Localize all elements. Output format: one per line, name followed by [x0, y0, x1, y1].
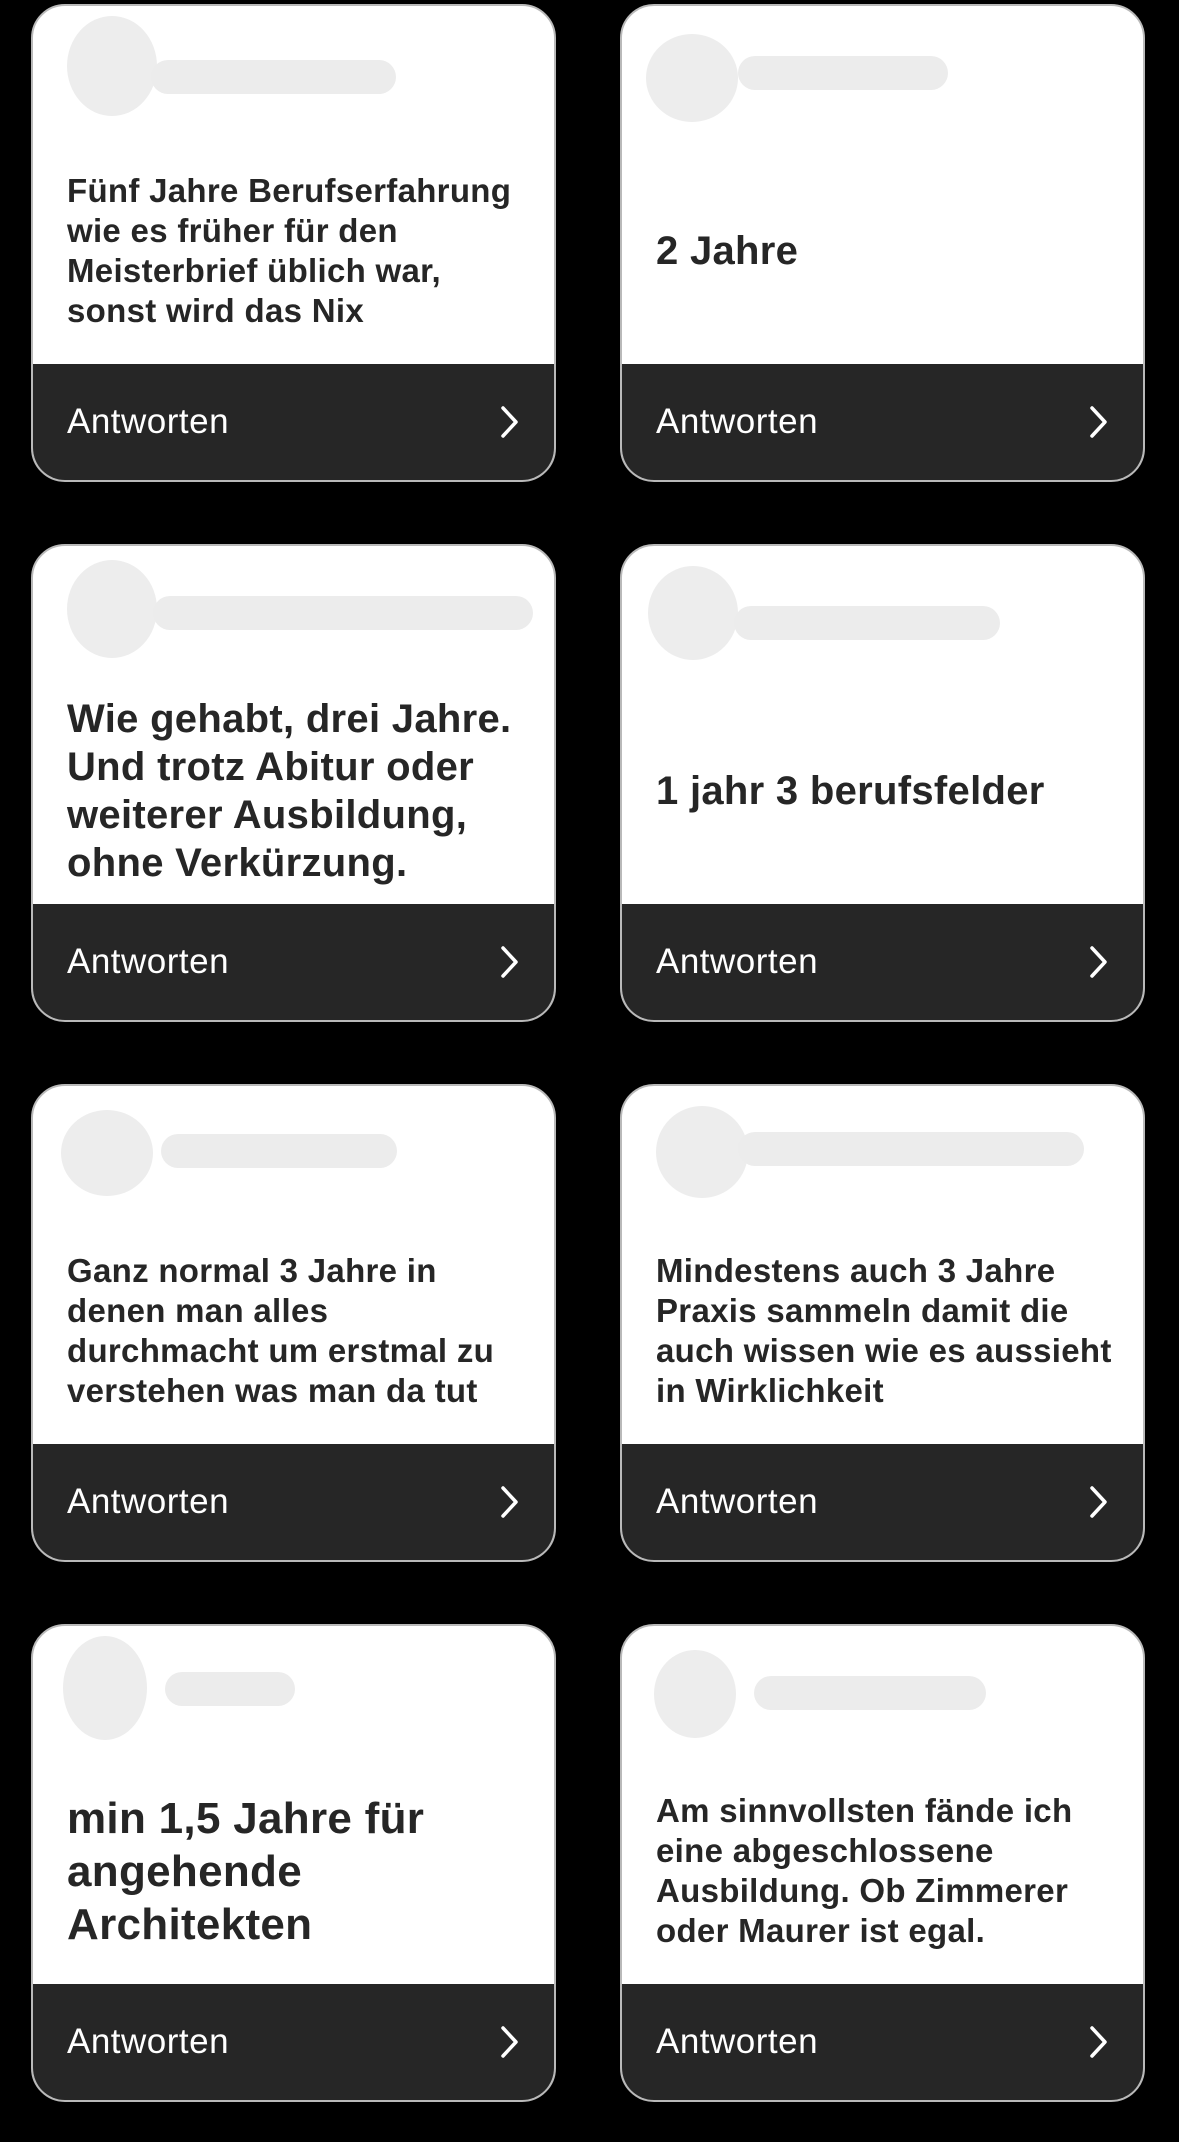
reply-label: Antworten — [67, 2022, 230, 2061]
response-card: Mindestens auch 3 Jahre Praxis sammeln d… — [620, 1084, 1145, 1562]
reply-button[interactable]: Antworten — [33, 1444, 554, 1560]
avatar[interactable] — [654, 1650, 736, 1738]
reply-button[interactable]: Antworten — [33, 364, 554, 480]
reply-label: Antworten — [656, 942, 819, 981]
username-redacted — [734, 606, 1000, 640]
reply-button[interactable]: Antworten — [622, 1984, 1143, 2100]
chevron-right-icon — [1090, 406, 1107, 438]
answer-text: 2 Jahre — [656, 229, 799, 273]
card-header — [33, 546, 554, 676]
answer-text: Am sinnvollsten fände ich eine abgeschlo… — [656, 1792, 1073, 1949]
chevron-right-icon — [1090, 1486, 1107, 1518]
username-redacted — [161, 1134, 397, 1168]
card-header — [622, 6, 1143, 136]
username-redacted — [738, 1132, 1084, 1166]
reply-button[interactable]: Antworten — [622, 364, 1143, 480]
reply-button[interactable]: Antworten — [33, 1984, 554, 2100]
chevron-right-icon — [501, 2026, 518, 2058]
chevron-right-icon — [501, 946, 518, 978]
response-card: 1 jahr 3 berufsfelder Antworten — [620, 544, 1145, 1022]
reply-label: Antworten — [656, 402, 819, 441]
reply-label: Antworten — [67, 402, 230, 441]
reply-button[interactable]: Antworten — [33, 904, 554, 1020]
answer-text: Wie gehabt, drei Jahre. Und trotz Abitur… — [67, 697, 512, 885]
card-header — [33, 6, 554, 136]
reply-button[interactable]: Antworten — [622, 1444, 1143, 1560]
answer-text: min 1,5 Jahre für angehende Architekten — [67, 1793, 425, 1949]
avatar[interactable] — [648, 566, 738, 660]
avatar[interactable] — [63, 1636, 147, 1740]
answer-text: Ganz normal 3 Jahre in denen man alles d… — [67, 1252, 495, 1409]
response-card: Am sinnvollsten fände ich eine abgeschlo… — [620, 1624, 1145, 2102]
reply-label: Antworten — [656, 1482, 819, 1521]
username-redacted — [754, 1676, 986, 1710]
reply-button[interactable]: Antworten — [622, 904, 1143, 1020]
card-header — [622, 1626, 1143, 1756]
chevron-right-icon — [1090, 946, 1107, 978]
card-header — [622, 1086, 1143, 1216]
avatar[interactable] — [67, 16, 157, 116]
avatar[interactable] — [646, 34, 738, 122]
card-header — [622, 546, 1143, 676]
answer-text: Mindestens auch 3 Jahre Praxis sammeln d… — [656, 1252, 1112, 1409]
response-card: Ganz normal 3 Jahre in denen man alles d… — [31, 1084, 556, 1562]
response-card: Fünf Jahre Berufserfahrung wie es früher… — [31, 4, 556, 482]
chevron-right-icon — [1090, 2026, 1107, 2058]
card-header — [33, 1086, 554, 1216]
username-redacted — [165, 1672, 295, 1706]
reply-label: Antworten — [656, 2022, 819, 2061]
avatar[interactable] — [61, 1110, 153, 1196]
card-header — [33, 1626, 554, 1756]
username-redacted — [738, 56, 948, 90]
avatar[interactable] — [656, 1106, 748, 1198]
chevron-right-icon — [501, 1486, 518, 1518]
reply-label: Antworten — [67, 942, 230, 981]
avatar[interactable] — [67, 560, 157, 658]
username-redacted — [153, 596, 533, 630]
response-card: min 1,5 Jahre für angehende Architekten … — [31, 1624, 556, 2102]
reply-label: Antworten — [67, 1482, 230, 1521]
response-card: Wie gehabt, drei Jahre. Und trotz Abitur… — [31, 544, 556, 1022]
answer-text: Fünf Jahre Berufserfahrung wie es früher… — [67, 172, 512, 329]
chevron-right-icon — [501, 406, 518, 438]
username-redacted — [151, 60, 396, 94]
answer-text: 1 jahr 3 berufsfelder — [656, 769, 1045, 813]
response-card: 2 Jahre Antworten — [620, 4, 1145, 482]
